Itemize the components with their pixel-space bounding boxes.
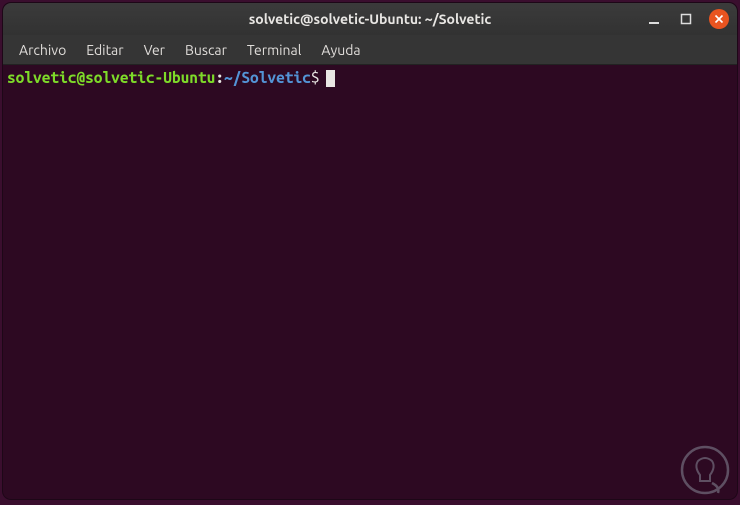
window-title: solvetic@solvetic-Ubuntu: ~/Solvetic — [249, 11, 492, 27]
prompt-line: solvetic@solvetic-Ubuntu:~/Solvetic$ — [7, 69, 733, 88]
minimize-button[interactable] — [645, 10, 663, 28]
prompt-path: ~/Solvetic — [224, 69, 311, 88]
minimize-icon — [648, 13, 660, 25]
terminal-body[interactable]: solvetic@solvetic-Ubuntu:~/Solvetic$ — [3, 65, 737, 499]
prompt-user-host: solvetic@solvetic-Ubuntu — [7, 69, 215, 88]
menu-terminal[interactable]: Terminal — [239, 38, 310, 62]
menubar: Archivo Editar Ver Buscar Terminal Ayuda — [3, 35, 737, 65]
close-icon — [714, 14, 724, 24]
prompt-colon: : — [215, 69, 224, 88]
menu-archivo[interactable]: Archivo — [11, 38, 74, 62]
maximize-icon — [680, 13, 692, 25]
lightbulb-icon — [680, 445, 730, 495]
watermark-logo — [680, 445, 730, 495]
menu-editar[interactable]: Editar — [78, 38, 131, 62]
close-button[interactable] — [709, 9, 729, 29]
terminal-window: solvetic@solvetic-Ubuntu: ~/Solvetic Ar — [3, 3, 737, 499]
window-controls — [645, 9, 729, 29]
maximize-button[interactable] — [677, 10, 695, 28]
titlebar[interactable]: solvetic@solvetic-Ubuntu: ~/Solvetic — [3, 3, 737, 35]
cursor — [326, 70, 335, 87]
menu-buscar[interactable]: Buscar — [177, 38, 235, 62]
menu-ver[interactable]: Ver — [136, 38, 173, 62]
menu-ayuda[interactable]: Ayuda — [313, 38, 368, 62]
prompt-symbol: $ — [311, 69, 320, 88]
